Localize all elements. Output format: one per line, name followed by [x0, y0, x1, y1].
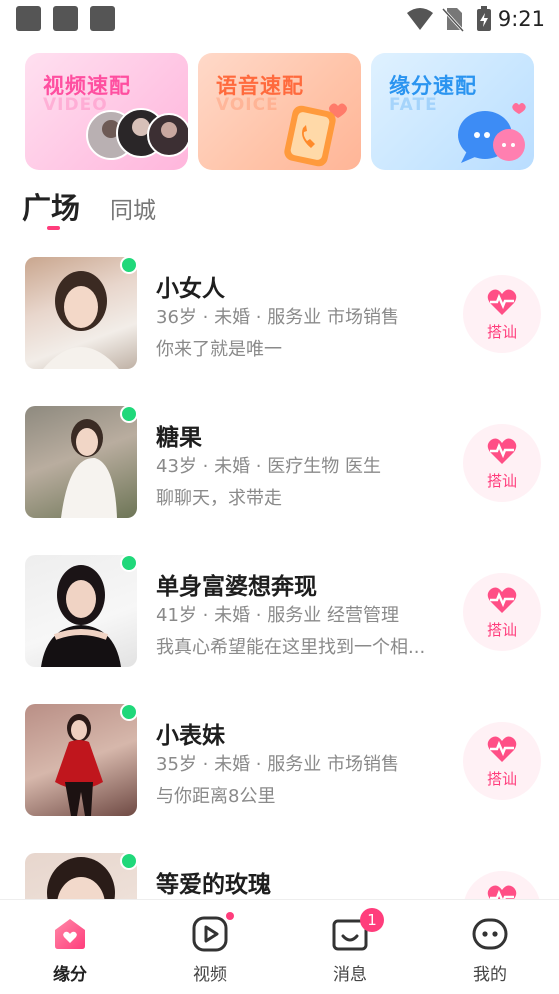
- user-bio: 聊聊天，求带走: [156, 488, 282, 509]
- play-icon: [192, 916, 228, 952]
- greet-label: 搭讪: [486, 621, 517, 639]
- home-heart-icon: [55, 919, 85, 949]
- online-indicator: [120, 554, 138, 572]
- unread-badge: 1: [360, 908, 384, 932]
- heart-pulse-icon: [487, 736, 517, 762]
- user-name: 糖果: [156, 425, 202, 451]
- battery-charging-icon: [477, 6, 491, 31]
- greet-button[interactable]: 搭讪: [463, 424, 541, 502]
- user-name: 单身富婆想奔现: [156, 574, 317, 600]
- tab-indicator: [47, 226, 60, 230]
- greet-button[interactable]: 搭讪: [463, 275, 541, 353]
- card-subtitle: VOICE: [216, 95, 279, 115]
- profile-face-icon: [472, 918, 508, 950]
- nav-item-mine[interactable]: 我的: [420, 900, 559, 994]
- card-subtitle: FATE: [389, 95, 438, 115]
- list-item[interactable]: 单身富婆想奔现 41岁 · 未婚 · 服务业 经营管理 我真心希望能在这里找到一…: [0, 554, 559, 683]
- user-name: 小女人: [156, 276, 225, 302]
- online-indicator: [120, 703, 138, 721]
- user-meta: 35岁 · 未婚 · 服务业 市场销售: [156, 754, 399, 775]
- fate-match-card[interactable]: 缘分速配 FATE: [371, 53, 534, 170]
- nav-label: 视频: [193, 965, 227, 985]
- status-time: 9:21: [497, 7, 545, 31]
- portrait-image: [55, 714, 103, 816]
- nav-item-fate[interactable]: 缘分: [0, 900, 140, 994]
- avatar[interactable]: [25, 406, 137, 518]
- greet-button[interactable]: 搭讪: [463, 573, 541, 651]
- no-sim-icon: [441, 7, 465, 32]
- notification-icon: [53, 6, 78, 31]
- video-match-card[interactable]: 视频速配 VIDEO: [25, 53, 188, 170]
- user-meta: 36岁 · 未婚 · 服务业 市场销售: [156, 307, 399, 328]
- user-bio: 你来了就是唯一: [156, 339, 282, 360]
- user-bio: 与你距离8公里: [156, 786, 276, 807]
- nav-item-video[interactable]: 视频: [140, 900, 280, 994]
- list-item[interactable]: 小表妹 35岁 · 未婚 · 服务业 市场销售 与你距离8公里 搭讪: [0, 703, 559, 832]
- avatar-stack-icon: [86, 108, 188, 160]
- user-bio: 我真心希望能在这里找到一个相...: [156, 637, 426, 658]
- nav-label: 我的: [473, 965, 507, 985]
- user-name: 等爱的玫瑰: [156, 872, 271, 898]
- chat-bubbles-icon: [458, 103, 526, 163]
- voice-match-card[interactable]: 语音速配 VOICE: [198, 53, 361, 170]
- notification-icon: [90, 6, 115, 31]
- tab-square[interactable]: 广场: [22, 185, 80, 227]
- user-name: 小表妹: [156, 723, 225, 749]
- heart-pulse-icon: [487, 587, 517, 613]
- wifi-icon: [407, 8, 433, 30]
- status-bar: 9:21: [0, 0, 559, 38]
- tab-same-city[interactable]: 同城: [110, 191, 156, 225]
- heart-pulse-icon: [487, 438, 517, 464]
- online-indicator: [120, 405, 138, 423]
- avatar[interactable]: [25, 555, 137, 667]
- portrait-image: [61, 419, 117, 518]
- phone-call-icon: [284, 103, 347, 167]
- user-meta: 41岁 · 未婚 · 服务业 经营管理: [156, 605, 399, 626]
- nav-label: 消息: [333, 965, 367, 985]
- notification-icon: [16, 6, 41, 31]
- greet-button[interactable]: 搭讪: [463, 722, 541, 800]
- greet-label: 搭讪: [486, 770, 517, 788]
- greet-label: 搭讪: [486, 472, 517, 490]
- heart-pulse-icon: [487, 289, 517, 315]
- bottom-nav: 缘分 视频 1 消息 我的: [0, 899, 559, 994]
- list-item[interactable]: 小女人 36岁 · 未婚 · 服务业 市场销售 你来了就是唯一 搭讪: [0, 256, 559, 385]
- nav-item-messages[interactable]: 1 消息: [280, 900, 420, 994]
- greet-label: 搭讪: [486, 323, 517, 341]
- portrait-image: [43, 271, 119, 369]
- portrait-image: [41, 565, 121, 667]
- online-indicator: [120, 256, 138, 274]
- user-meta: 43岁 · 未婚 · 医疗生物 医生: [156, 456, 381, 477]
- online-indicator: [120, 852, 138, 870]
- avatar[interactable]: [25, 257, 137, 369]
- nav-label: 缘分: [53, 965, 87, 985]
- avatar[interactable]: [25, 704, 137, 816]
- list-item[interactable]: 糖果 43岁 · 未婚 · 医疗生物 医生 聊聊天，求带走 搭讪: [0, 405, 559, 534]
- notification-dot: [226, 912, 234, 920]
